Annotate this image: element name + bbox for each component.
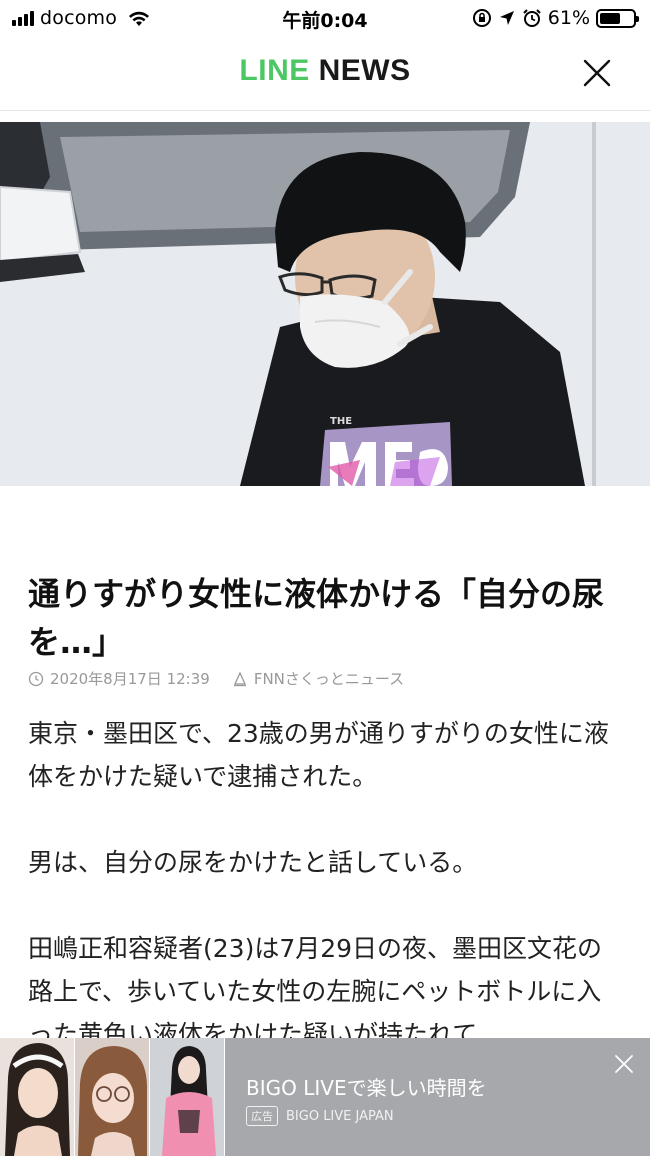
- status-bar: docomo 午前0:04 61%: [0, 0, 650, 36]
- ad-advertiser: BIGO LIVE JAPAN: [286, 1108, 394, 1124]
- ad-badge: 広告: [246, 1106, 278, 1126]
- article-meta: 2020年8月17日 12:39 FNNさくっとニュース: [28, 668, 404, 689]
- battery-icon: [596, 8, 639, 28]
- line-news-logo: LINE NEWS: [0, 54, 650, 88]
- ad-subline: 広告 BIGO LIVE JAPAN: [246, 1106, 394, 1126]
- ad-photo: [75, 1038, 150, 1156]
- article-title: 通りすがり女性に液体かける「自分の尿を…」: [28, 575, 605, 661]
- ad-title[interactable]: BIGO LIVEで楽しい時間を: [246, 1072, 487, 1101]
- logo-line-text: LINE: [239, 54, 310, 87]
- ad-close-icon[interactable]: [614, 1054, 634, 1074]
- article-paragraph: 東京・墨田区で、23歳の男が通りすがりの女性に液体をかけた疑いで逮捕された。: [28, 719, 609, 791]
- alarm-icon: [523, 9, 541, 27]
- status-right: 61%: [472, 7, 639, 29]
- battery-percentage: 61%: [547, 7, 590, 29]
- rotation-lock-icon: [472, 9, 491, 27]
- article-date: 2020年8月17日 12:39: [50, 670, 210, 688]
- ad-photo: [150, 1038, 225, 1156]
- article-source[interactable]: FNNさくっとニュース: [254, 668, 404, 689]
- article-hero-image: THE: [0, 122, 650, 486]
- ad-banner[interactable]: BIGO LIVEで楽しい時間を 広告 BIGO LIVE JAPAN: [0, 1038, 650, 1156]
- logo-news-text: NEWS: [318, 54, 411, 87]
- article-paragraph: 田嶋正和容疑者(23)は7月29日の夜、墨田区文花の路上で、歩いていた女性の左腕…: [28, 934, 603, 1049]
- source-icon: [233, 670, 246, 686]
- article-paragraph: 男は、自分の尿をかけたと話している。: [28, 848, 478, 877]
- location-arrow-icon: [499, 11, 514, 25]
- ad-photo: [0, 1038, 75, 1156]
- shirt-print-text: THE: [330, 416, 352, 427]
- clock-icon: [28, 671, 44, 686]
- app-header: LINE NEWS: [0, 36, 650, 111]
- close-icon[interactable]: [582, 58, 612, 88]
- ad-photos: [0, 1038, 226, 1156]
